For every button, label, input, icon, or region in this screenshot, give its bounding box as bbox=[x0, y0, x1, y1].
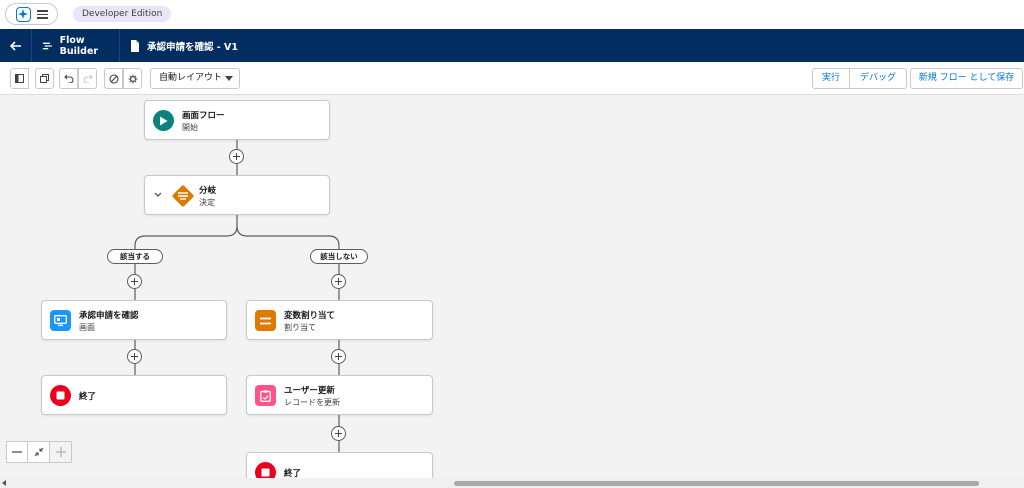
toggle-panel-button[interactable] bbox=[10, 68, 29, 89]
error-check-button[interactable] bbox=[104, 68, 123, 89]
decision-icon bbox=[171, 184, 195, 208]
decision-node-title: 分岐 bbox=[199, 186, 217, 196]
add-element-button[interactable] bbox=[331, 274, 346, 289]
save-as-new-flow-button[interactable]: 新規 フロー として保存 bbox=[910, 68, 1023, 89]
menu-icon bbox=[37, 10, 48, 19]
zoom-controls bbox=[6, 441, 72, 463]
update-records-icon bbox=[255, 385, 276, 406]
add-element-button[interactable] bbox=[331, 349, 346, 364]
start-node[interactable]: 画面フロー 開始 bbox=[144, 100, 330, 140]
update-records-node-title: ユーザー更新 bbox=[284, 386, 335, 396]
screen-node[interactable]: 承認申請を確認 画面 bbox=[41, 300, 227, 340]
scroll-left-icon[interactable] bbox=[2, 480, 6, 486]
block-icon bbox=[108, 73, 119, 84]
screen-node-title: 承認申請を確認 bbox=[79, 311, 139, 321]
flow-builder-nav: Flow Builder 承認申請を確認 - V1 bbox=[0, 29, 1024, 62]
screen-icon bbox=[50, 310, 71, 331]
add-element-button[interactable] bbox=[127, 274, 142, 289]
stop-icon bbox=[255, 462, 276, 478]
start-node-subtitle: 開始 bbox=[182, 123, 198, 132]
toolbar: 自動レイアウト 実行 デバッグ 新規 フロー として保存 bbox=[0, 62, 1024, 95]
assignment-node-title: 変数割り当て bbox=[284, 311, 336, 321]
app-name-label: Flow Builder bbox=[59, 34, 99, 57]
screen-node-subtitle: 画面 bbox=[79, 323, 95, 332]
debug-button[interactable]: デバッグ bbox=[849, 68, 907, 89]
panel-icon bbox=[15, 74, 24, 83]
undo-button[interactable] bbox=[59, 68, 78, 89]
flow-icon bbox=[42, 42, 52, 49]
redo-icon bbox=[83, 74, 93, 83]
top-bar: Developer Edition bbox=[0, 0, 1024, 29]
end-node-title: 終了 bbox=[79, 392, 97, 402]
settings-button[interactable] bbox=[123, 68, 142, 89]
decision-node[interactable]: 分岐 決定 bbox=[144, 175, 330, 215]
copy-icon bbox=[40, 74, 49, 83]
chevron-down-icon[interactable] bbox=[154, 192, 162, 198]
horizontal-scrollbar[interactable] bbox=[0, 478, 1024, 488]
add-element-button[interactable] bbox=[127, 349, 142, 364]
layout-select[interactable]: 自動レイアウト bbox=[150, 68, 240, 89]
play-icon bbox=[153, 110, 174, 131]
zoom-out-button[interactable] bbox=[6, 441, 28, 463]
plus-icon bbox=[55, 447, 66, 457]
scrollbar-thumb[interactable] bbox=[454, 481, 979, 486]
stop-icon bbox=[50, 385, 71, 406]
shrink-icon bbox=[34, 447, 43, 457]
update-records-node-subtitle: レコードを更新 bbox=[284, 398, 340, 407]
gear-icon bbox=[128, 74, 137, 83]
minus-icon bbox=[12, 451, 22, 453]
document-title-label: 承認申請を確認 - V1 bbox=[147, 41, 239, 53]
undo-icon bbox=[63, 74, 73, 83]
back-button[interactable] bbox=[0, 29, 32, 62]
end-node-title: 終了 bbox=[284, 469, 302, 478]
document-title: 承認申請を確認 - V1 bbox=[120, 29, 238, 62]
update-records-node[interactable]: ユーザー更新 レコードを更新 bbox=[246, 375, 433, 415]
start-node-title: 画面フロー bbox=[182, 111, 225, 121]
zoom-in-button[interactable] bbox=[50, 441, 72, 463]
end-node[interactable]: 終了 bbox=[41, 375, 227, 415]
add-element-button[interactable] bbox=[229, 149, 244, 164]
fit-to-view-button[interactable] bbox=[28, 441, 50, 463]
document-icon bbox=[131, 39, 139, 52]
chevron-down-icon bbox=[225, 76, 233, 81]
assignment-icon bbox=[255, 310, 276, 331]
outcome-label-false[interactable]: 該当しない bbox=[310, 249, 368, 264]
copy-button[interactable] bbox=[35, 68, 54, 89]
add-element-button[interactable] bbox=[331, 426, 346, 441]
layout-select-value: 自動レイアウト bbox=[159, 73, 223, 83]
salesforce-sparkle-icon bbox=[16, 7, 31, 22]
decision-node-subtitle: 決定 bbox=[199, 198, 215, 207]
redo-button[interactable] bbox=[78, 68, 97, 89]
assignment-node[interactable]: 変数割り当て 割り当て bbox=[246, 300, 433, 340]
assignment-node-subtitle: 割り当て bbox=[284, 323, 316, 332]
flow-connectors bbox=[134, 138, 340, 452]
flow-canvas[interactable]: 画面フロー 開始 分岐 決定 該当する 該当しない 承認申請を確認 画面 変数割… bbox=[0, 96, 1024, 478]
run-button[interactable]: 実行 bbox=[812, 68, 850, 89]
app-name: Flow Builder bbox=[32, 29, 120, 62]
end-node[interactable]: 終了 bbox=[246, 452, 433, 478]
app-launcher[interactable] bbox=[5, 3, 58, 25]
back-arrow-icon bbox=[9, 40, 21, 51]
outcome-label-true[interactable]: 該当する bbox=[107, 249, 163, 264]
edition-badge: Developer Edition bbox=[73, 6, 172, 22]
